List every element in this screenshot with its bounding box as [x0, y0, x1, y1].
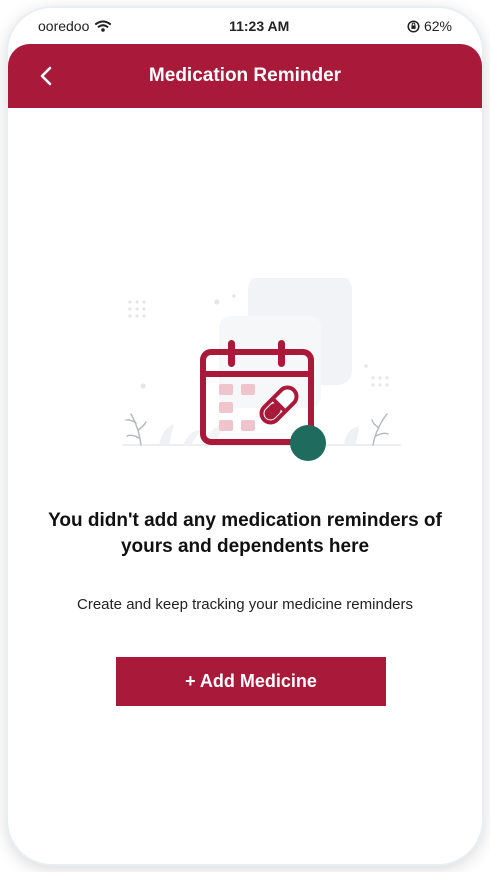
battery-level: 62% [423, 18, 452, 34]
calendar-pill-icon [123, 278, 401, 461]
app-header: Medication Reminder [8, 44, 482, 108]
empty-state-title: You didn't add any medication reminders … [48, 510, 442, 557]
page-title: Medication Reminder [148, 65, 342, 86]
back-button[interactable] [28, 58, 64, 94]
orientation-lock-icon [407, 19, 420, 33]
empty-state-subtitle: Create and keep tracking your medicine r… [77, 596, 413, 613]
status-time: 11:23 AM [229, 18, 290, 34]
chevron-left-icon [40, 66, 52, 86]
status-right: 62% [407, 18, 452, 34]
carrier-name: ooredoo [38, 18, 90, 34]
status-left: ooredoo [38, 18, 112, 34]
add-medicine-button[interactable]: + Add Medicine [116, 657, 386, 706]
status-bar: ooredoo 11:23 AM 62% [8, 8, 482, 44]
wifi-icon [95, 20, 112, 32]
phone-screen: ooredoo 11:23 AM 62% Medication Reminder [8, 8, 482, 864]
